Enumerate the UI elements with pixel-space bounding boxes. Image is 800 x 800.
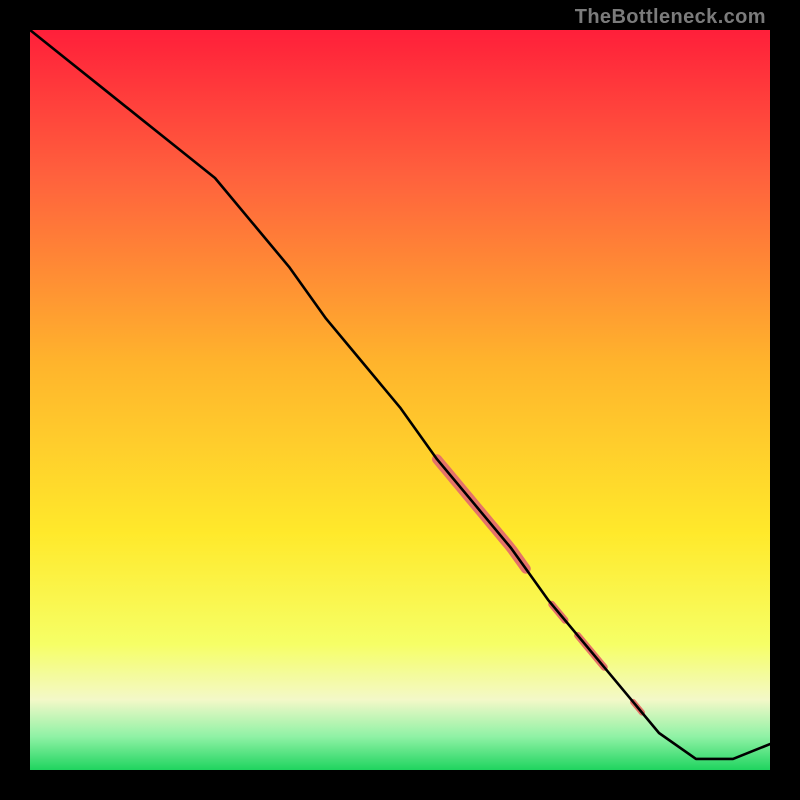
watermark-text: TheBottleneck.com	[575, 6, 766, 29]
plot-area	[30, 30, 770, 770]
chart-stage: TheBottleneck.com	[0, 0, 800, 800]
curve-layer	[30, 30, 770, 770]
bottleneck-curve	[30, 30, 770, 759]
